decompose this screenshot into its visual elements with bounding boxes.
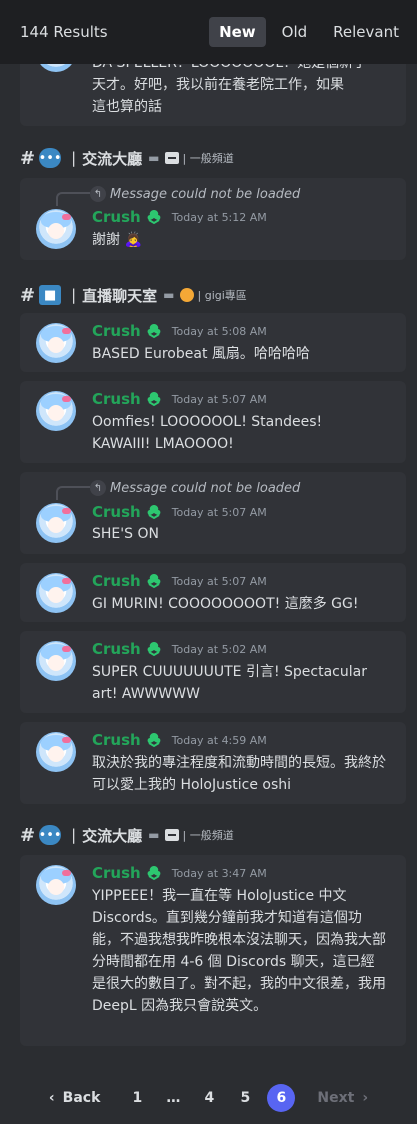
message-card[interactable]: ↰ Message could not be loaded Crush Toda… xyxy=(20,178,406,260)
role-badge-icon xyxy=(145,322,163,340)
message-text: 謝謝 🙇‍♀️ xyxy=(92,232,142,248)
speech-balloon-icon: ••• xyxy=(39,148,62,168)
message-card[interactable]: Crush Today at 4:59 AM 取決於我的專注程度和流動時間的長短… xyxy=(20,722,406,804)
page-4[interactable]: 4 xyxy=(195,1084,223,1112)
channel-hash: # xyxy=(20,284,36,306)
reply-spine xyxy=(56,486,90,500)
avatar[interactable] xyxy=(36,865,76,905)
page-5[interactable]: 5 xyxy=(231,1084,259,1112)
username[interactable]: Crush xyxy=(92,731,141,749)
category-name: | gigi專區 xyxy=(197,289,247,302)
message-card[interactable]: ↰ Message could not be loaded Crush Toda… xyxy=(20,472,406,554)
message-text: SUPER CUUUUUUUTE 引言! Spectacular art! AW… xyxy=(92,664,367,702)
role-badge-icon xyxy=(145,640,163,658)
role-badge-icon xyxy=(145,864,163,882)
back-button[interactable]: ‹ Back xyxy=(49,1090,101,1106)
reply-spine xyxy=(56,192,90,206)
search-header: 144 Results New Old Relevant xyxy=(0,0,417,64)
next-button[interactable]: Next › xyxy=(317,1090,368,1106)
message-text: 取決於我的專注程度和流動時間的長短。我終於可以愛上我的 HoloJustice … xyxy=(92,755,386,793)
avatar[interactable] xyxy=(36,391,76,431)
avatar[interactable] xyxy=(36,323,76,363)
page-ellipsis: … xyxy=(166,1090,181,1106)
timestamp[interactable]: Today at 3:47 AM xyxy=(172,867,267,880)
role-badge-icon xyxy=(145,503,163,521)
timestamp[interactable]: Today at 5:07 AM xyxy=(172,575,267,588)
avatar[interactable] xyxy=(36,641,76,681)
message-card[interactable]: Crush Today at 5:08 AM BASED Eurobeat 風扇… xyxy=(20,313,406,372)
message-text: SHE'S ON xyxy=(92,526,159,542)
channel-header[interactable]: # ■ | 直播聊天室 ▬ | gigi專區 xyxy=(20,283,247,307)
tab-relevant[interactable]: Relevant xyxy=(323,17,409,47)
reply-icon: ↰ xyxy=(90,186,106,202)
avatar[interactable] xyxy=(36,209,76,249)
timestamp[interactable]: Today at 5:07 AM xyxy=(172,506,267,519)
timestamp[interactable]: Today at 5:12 AM xyxy=(172,211,267,224)
channel-hash: # xyxy=(20,824,36,846)
timestamp[interactable]: Today at 5:02 AM xyxy=(172,643,267,656)
results-count: 144 Results xyxy=(20,23,108,41)
chevron-right-icon: › xyxy=(362,1090,369,1106)
username[interactable]: Crush xyxy=(92,864,141,882)
timestamp[interactable]: Today at 4:59 AM xyxy=(172,734,267,747)
pagination: ‹ Back 1 … 4 5 6 Next › xyxy=(0,1076,417,1120)
page-1[interactable]: 1 xyxy=(123,1084,151,1112)
message-card[interactable]: Crush Today at 3:47 AM YIPPEEE！我一直在等 Hol… xyxy=(20,855,406,1046)
chevron-left-icon: ‹ xyxy=(48,1090,55,1106)
chat-icon xyxy=(164,152,179,164)
role-badge-icon xyxy=(145,731,163,749)
message-text: YIPPEEE！我一直在等 HoloJustice 中文 Discords。直到… xyxy=(92,888,386,1014)
username[interactable]: Crush xyxy=(92,390,141,408)
role-badge-icon xyxy=(145,208,163,226)
avatar[interactable] xyxy=(36,573,76,613)
message-text: Oomfies! LOOOOOOL! Standees! KAWAIII! LM… xyxy=(92,414,323,452)
timestamp[interactable]: Today at 5:07 AM xyxy=(172,393,267,406)
category-name: | 一般頻道 xyxy=(182,152,234,165)
message-card[interactable]: Crush Today at 5:07 AM GI MURIN! COOOOOO… xyxy=(20,563,406,622)
message-card[interactable]: Crush Today at 5:07 AM Oomfies! LOOOOOOL… xyxy=(20,381,406,463)
reply-preview[interactable]: ↰ Message could not be loaded xyxy=(90,186,300,202)
channel-header[interactable]: # ••• | 交流大廳 ▬ | 一般頻道 xyxy=(20,146,234,170)
sort-tabs: New Old Relevant xyxy=(209,17,417,47)
username[interactable]: Crush xyxy=(92,503,141,521)
chat-icon xyxy=(164,829,179,841)
folder-icon: ▬ xyxy=(148,151,160,165)
timestamp[interactable]: Today at 5:08 AM xyxy=(172,325,267,338)
category-name: | 一般頻道 xyxy=(182,829,234,842)
message-text: GI MURIN! COOOOOOOOT! 這麼多 GG! xyxy=(92,596,359,612)
role-badge-icon xyxy=(145,390,163,408)
message-text: BASED Eurobeat 風扇。哈哈哈哈 xyxy=(92,346,310,362)
username[interactable]: Crush xyxy=(92,208,141,226)
folder-icon: ▬ xyxy=(148,828,160,842)
folder-icon: ▬ xyxy=(163,288,175,302)
message-card[interactable]: Crush Today at 5:02 AM SUPER CUUUUUUUTE … xyxy=(20,631,406,713)
tab-old[interactable]: Old xyxy=(272,17,318,47)
video-camera-icon: ■ xyxy=(39,285,62,305)
reply-icon: ↰ xyxy=(90,480,106,496)
username[interactable]: Crush xyxy=(92,572,141,590)
channel-hash: # xyxy=(20,147,36,169)
page-6-current[interactable]: 6 xyxy=(267,1084,296,1112)
channel-name: 交流大廳 xyxy=(82,826,143,845)
channel-name: 直播聊天室 xyxy=(82,286,158,305)
tab-new[interactable]: New xyxy=(209,17,266,47)
channel-name: 交流大廳 xyxy=(82,149,143,168)
avatar[interactable] xyxy=(36,503,76,543)
role-badge-icon xyxy=(145,572,163,590)
speech-balloon-icon: ••• xyxy=(39,825,62,845)
avatar[interactable] xyxy=(36,732,76,772)
username[interactable]: Crush xyxy=(92,322,141,340)
username[interactable]: Crush xyxy=(92,640,141,658)
channel-header[interactable]: # ••• | 交流大廳 ▬ | 一般頻道 xyxy=(20,823,234,847)
emoji-icon xyxy=(179,288,194,302)
reply-preview[interactable]: ↰ Message could not be loaded xyxy=(90,480,300,496)
